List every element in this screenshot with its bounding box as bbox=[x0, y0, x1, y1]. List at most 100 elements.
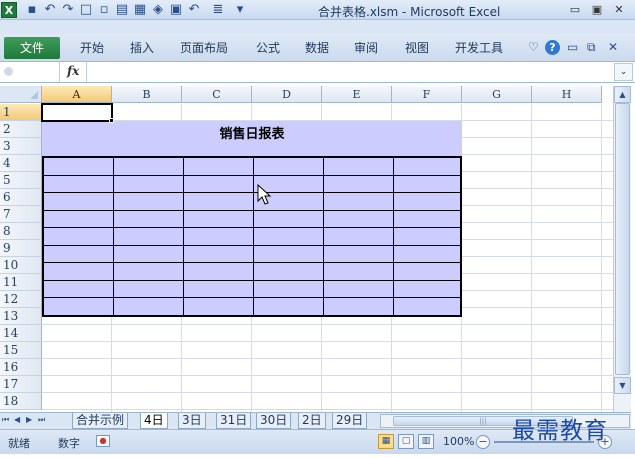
table-inner-vline bbox=[323, 158, 324, 315]
row-header-12[interactable]: 12 bbox=[0, 291, 42, 308]
column-header-f[interactable]: F bbox=[392, 86, 462, 103]
row-header-8[interactable]: 8 bbox=[0, 223, 42, 240]
fill-handle[interactable] bbox=[109, 118, 114, 123]
ribbon-collapse-icon[interactable]: ♡ bbox=[528, 40, 539, 54]
column-header-b[interactable]: B bbox=[112, 86, 182, 103]
tab-developer[interactable]: 开发工具 bbox=[455, 39, 503, 57]
formula-expand-icon[interactable]: ⌄ bbox=[614, 63, 633, 81]
row-header-16[interactable]: 16 bbox=[0, 359, 42, 376]
sheet-tab-4[interactable]: 4日 bbox=[140, 413, 168, 429]
column-header-e[interactable]: E bbox=[322, 86, 392, 103]
restore-button[interactable]: ▣ bbox=[588, 2, 606, 18]
row-header-3[interactable]: 3 bbox=[0, 138, 42, 155]
next-sheet-icon[interactable]: ▶ bbox=[26, 415, 32, 424]
undo-icon[interactable]: ↶ bbox=[42, 2, 58, 18]
undo-history-icon[interactable]: ↶ bbox=[186, 2, 202, 18]
column-header-h[interactable]: H bbox=[532, 86, 602, 103]
table-inner-vline bbox=[113, 158, 114, 315]
table-inner-hline bbox=[44, 279, 460, 281]
formula-bar: fx ⌄ bbox=[0, 62, 635, 83]
new-document-icon[interactable]: □ bbox=[78, 2, 94, 18]
column-header-d[interactable]: D bbox=[252, 86, 322, 103]
redo-icon[interactable]: ↷ bbox=[60, 2, 76, 18]
row-header-4[interactable]: 4 bbox=[0, 155, 42, 172]
workbook-minimize-icon[interactable]: ▭ bbox=[567, 40, 578, 54]
sort-icon[interactable]: ▦ bbox=[132, 2, 148, 18]
print-icon[interactable]: ▣ bbox=[168, 2, 184, 18]
table-inner-hline bbox=[44, 192, 460, 193]
tab-page-layout[interactable]: 页面布局 bbox=[180, 39, 228, 57]
table-inner-hline bbox=[44, 227, 460, 228]
row-header-18[interactable]: 18 bbox=[0, 393, 42, 410]
vertical-scroll-thumb[interactable] bbox=[615, 103, 630, 375]
workbook-close-icon[interactable]: ✕ bbox=[608, 40, 618, 54]
help-icon[interactable]: ? bbox=[545, 40, 560, 55]
sheet-tab-29[interactable]: 29日 bbox=[332, 413, 368, 429]
table-inner-hline bbox=[44, 262, 460, 263]
repeat-icon[interactable]: ≣ bbox=[210, 2, 226, 18]
row-header-2[interactable]: 2 bbox=[0, 121, 42, 138]
sheet-tab-30[interactable]: 30日 bbox=[256, 413, 292, 429]
vertical-scrollbar[interactable]: ▲ ▼ bbox=[613, 86, 631, 412]
tab-review[interactable]: 审阅 bbox=[354, 39, 378, 57]
tab-home[interactable]: 开始 bbox=[80, 39, 104, 57]
scroll-down-arrow-icon[interactable]: ▼ bbox=[614, 377, 631, 394]
sheet-tab-31[interactable]: 31日 bbox=[216, 413, 252, 429]
excel-logo-icon[interactable]: X bbox=[1, 2, 17, 18]
tab-view[interactable]: 视图 bbox=[405, 39, 429, 57]
table-inner-vline bbox=[253, 158, 254, 315]
zoom-out-button[interactable]: − bbox=[476, 435, 490, 449]
row-header-14[interactable]: 14 bbox=[0, 325, 42, 342]
row-header-17[interactable]: 17 bbox=[0, 376, 42, 393]
qat-dropdown-icon[interactable]: ▾ bbox=[232, 2, 248, 18]
table-inner-hline bbox=[44, 244, 460, 246]
row-header-9[interactable]: 9 bbox=[0, 240, 42, 257]
row-header-13[interactable]: 13 bbox=[0, 308, 42, 325]
sheet-tab-2[interactable]: 2日 bbox=[298, 413, 326, 429]
tab-data[interactable]: 数据 bbox=[305, 39, 329, 57]
worksheet-grid[interactable]: ABCDEFGH 1 2 3 4 5 6 7 8 9 10 11 12 13 14 15 16 17 18 销售日… bbox=[0, 86, 613, 412]
formula-input[interactable] bbox=[86, 62, 613, 82]
workbook-restore-icon[interactable]: ⧉ bbox=[587, 40, 596, 55]
scroll-up-arrow-icon[interactable]: ▲ bbox=[614, 86, 631, 103]
name-box-icon bbox=[4, 67, 13, 76]
column-header-a[interactable]: A bbox=[42, 86, 112, 103]
last-sheet-icon[interactable]: ⏭ bbox=[38, 415, 45, 425]
status-mode: 数字 bbox=[58, 437, 80, 450]
grid-horizontal-line bbox=[42, 324, 613, 325]
tab-formulas[interactable]: 公式 bbox=[256, 39, 280, 57]
row-header-15[interactable]: 15 bbox=[0, 342, 42, 359]
macro-record-icon[interactable]: ● bbox=[96, 435, 110, 447]
report-title: 销售日报表 bbox=[219, 127, 285, 142]
row-header-7[interactable]: 7 bbox=[0, 206, 42, 223]
sheet-tab-merge-example[interactable]: 合并示例 bbox=[72, 413, 129, 429]
name-box[interactable] bbox=[0, 62, 60, 82]
sheet-tab-3[interactable]: 3日 bbox=[178, 413, 206, 429]
minimize-button[interactable]: ▭ bbox=[566, 2, 584, 18]
open-document-icon[interactable]: ▫ bbox=[96, 2, 112, 18]
grid-horizontal-line bbox=[42, 392, 613, 393]
format-painter-icon[interactable]: ◈ bbox=[150, 2, 166, 18]
report-title-cell[interactable]: 销售日报表 bbox=[42, 121, 462, 156]
active-cell-a1[interactable] bbox=[41, 103, 113, 122]
prev-sheet-icon[interactable]: ◀ bbox=[14, 415, 20, 424]
page-break-view-icon[interactable]: ▥ bbox=[418, 434, 434, 449]
tab-file[interactable]: 文件 bbox=[4, 37, 60, 59]
row-header-6[interactable]: 6 bbox=[0, 189, 42, 206]
normal-view-icon[interactable]: ▦ bbox=[378, 434, 394, 449]
close-button[interactable]: ✕ bbox=[610, 2, 628, 18]
zoom-level[interactable]: 100% bbox=[443, 435, 474, 448]
tab-insert[interactable]: 插入 bbox=[130, 39, 154, 57]
row-header-10[interactable]: 10 bbox=[0, 257, 42, 274]
column-header-c[interactable]: C bbox=[182, 86, 252, 103]
row-header-5[interactable]: 5 bbox=[0, 172, 42, 189]
column-header-g[interactable]: G bbox=[462, 86, 532, 103]
first-sheet-icon[interactable]: ⏮ bbox=[2, 415, 9, 425]
print-preview-icon[interactable]: ▤ bbox=[114, 2, 130, 18]
page-layout-view-icon[interactable]: ▢ bbox=[398, 434, 414, 449]
row-header-11[interactable]: 11 bbox=[0, 274, 42, 291]
save-icon[interactable]: ▪ bbox=[24, 2, 40, 18]
insert-function-icon[interactable]: fx bbox=[67, 64, 79, 78]
select-all-corner[interactable] bbox=[0, 86, 42, 103]
row-header-1[interactable]: 1 bbox=[0, 104, 42, 121]
